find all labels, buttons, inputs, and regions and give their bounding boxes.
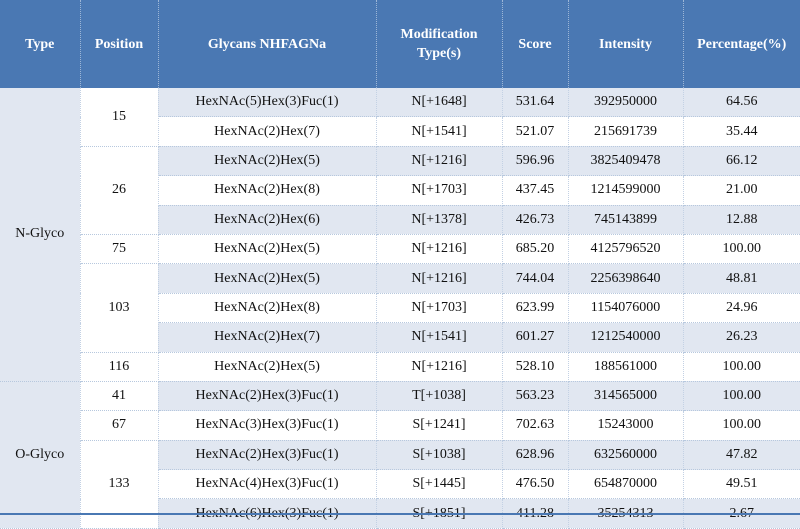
- table-row: 26 HexNAc(2)Hex(5) N[+1216] 596.96 382540947…: [0, 146, 800, 235]
- glycan-cell: HexNAc(2)Hex(7): [158, 116, 377, 147]
- position-cell: 116: [80, 352, 159, 382]
- score-cell: 531.64: [502, 88, 569, 118]
- modification-cell: N[+1703]: [376, 293, 503, 324]
- intensity-cell: 632560000: [568, 440, 684, 471]
- position-cell: 15: [80, 88, 159, 147]
- intensity-cell: 1214599000: [568, 175, 684, 206]
- glycan-cell: HexNAc(2)Hex(5): [158, 263, 377, 294]
- percentage-cell: 26.23: [683, 322, 800, 353]
- header-position: Position: [80, 0, 159, 88]
- table-row: 116 HexNAc(2)Hex(5) N[+1216] 528.10 18856100…: [0, 352, 800, 382]
- type-cell: O-Glyco: [0, 381, 81, 529]
- position-cell: 133: [80, 440, 159, 529]
- glycan-cell: HexNAc(2)Hex(3)Fuc(1): [158, 381, 377, 412]
- modification-cell: T[+1038]: [376, 381, 503, 412]
- modification-cell: S[+1445]: [376, 469, 503, 500]
- modification-cell: N[+1216]: [376, 234, 503, 265]
- header-glycans: Glycans NHFAGNa: [158, 0, 377, 88]
- header-modification: Modification Type(s): [376, 0, 503, 88]
- glycan-cell: HexNAc(2)Hex(8): [158, 293, 377, 324]
- intensity-cell: 3825409478: [568, 146, 684, 177]
- intensity-cell: 215691739: [568, 116, 684, 147]
- table-body: N-Glyco 15 HexNAc(5)Hex(3)Fuc(1) N[+1648] 53…: [0, 88, 800, 529]
- type-cell: N-Glyco: [0, 88, 81, 382]
- glycan-cell: HexNAc(2)Hex(6): [158, 205, 377, 235]
- modification-cell: S[+1241]: [376, 410, 503, 441]
- glycan-cell: HexNAc(2)Hex(8): [158, 175, 377, 206]
- modification-cell: N[+1648]: [376, 88, 503, 118]
- intensity-cell: 314565000: [568, 381, 684, 412]
- modification-cell: N[+1216]: [376, 352, 503, 382]
- modification-cell: N[+1541]: [376, 116, 503, 147]
- position-cell: 75: [80, 234, 159, 265]
- percentage-cell: 21.00: [683, 175, 800, 206]
- header-intensity: Intensity: [568, 0, 684, 88]
- glycan-cell: HexNAc(5)Hex(3)Fuc(1): [158, 88, 377, 118]
- percentage-cell: 100.00: [683, 381, 800, 412]
- modification-cell: N[+1216]: [376, 263, 503, 294]
- intensity-cell: 188561000: [568, 352, 684, 382]
- score-cell: 426.73: [502, 205, 569, 235]
- glycan-cell: HexNAc(2)Hex(5): [158, 146, 377, 177]
- glycan-cell: HexNAc(3)Hex(3)Fuc(1): [158, 410, 377, 441]
- percentage-cell: 48.81: [683, 263, 800, 294]
- percentage-cell: 66.12: [683, 146, 800, 177]
- percentage-cell: 64.56: [683, 88, 800, 118]
- header-percentage: Percentage(%): [683, 0, 800, 88]
- header-row: Type Position Glycans NHFAGNa Modificati…: [0, 0, 800, 88]
- intensity-cell: 1212540000: [568, 322, 684, 353]
- position-cell: 103: [80, 263, 159, 353]
- percentage-cell: 47.82: [683, 440, 800, 471]
- score-cell: 476.50: [502, 469, 569, 500]
- table-row: O-Glyco 41 HexNAc(2)Hex(3)Fuc(1) T[+1038] 56…: [0, 381, 800, 529]
- intensity-cell: 392950000: [568, 88, 684, 118]
- glycan-cell: HexNAc(2)Hex(5): [158, 234, 377, 265]
- score-cell: 528.10: [502, 352, 569, 382]
- intensity-cell: 15243000: [568, 410, 684, 441]
- intensity-cell: 745143899: [568, 205, 684, 235]
- score-cell: 563.23: [502, 381, 569, 412]
- intensity-cell: 1154076000: [568, 293, 684, 324]
- score-cell: 628.96: [502, 440, 569, 471]
- percentage-cell: 35.44: [683, 116, 800, 147]
- score-cell: 685.20: [502, 234, 569, 265]
- intensity-cell: 2256398640: [568, 263, 684, 294]
- table-row: 133 HexNAc(2)Hex(3)Fuc(1) S[+1038] 628.96 63…: [0, 440, 800, 529]
- modification-cell: N[+1541]: [376, 322, 503, 353]
- position-cell: 41: [80, 381, 159, 412]
- position-cell: 26: [80, 146, 159, 235]
- intensity-cell: 4125796520: [568, 234, 684, 265]
- glycan-cell: HexNAc(2)Hex(7): [158, 322, 377, 353]
- glycan-cell: HexNAc(2)Hex(3)Fuc(1): [158, 440, 377, 471]
- score-cell: 744.04: [502, 263, 569, 294]
- table-row: N-Glyco 15 HexNAc(5)Hex(3)Fuc(1) N[+1648] 53…: [0, 88, 800, 382]
- modification-cell: N[+1703]: [376, 175, 503, 206]
- score-cell: 601.27: [502, 322, 569, 353]
- modification-cell: N[+1378]: [376, 205, 503, 235]
- header-type: Type: [0, 0, 81, 88]
- intensity-cell: 654870000: [568, 469, 684, 500]
- percentage-cell: 24.96: [683, 293, 800, 324]
- score-cell: 596.96: [502, 146, 569, 177]
- header-score: Score: [502, 0, 569, 88]
- score-cell: 437.45: [502, 175, 569, 206]
- glycosylation-table: Type Position Glycans NHFAGNa Modificati…: [0, 0, 800, 529]
- percentage-cell: 12.88: [683, 205, 800, 235]
- table-row: 75 HexNAc(2)Hex(5) N[+1216] 685.20 412579652…: [0, 234, 800, 265]
- score-cell: 623.99: [502, 293, 569, 324]
- table-row: 67 HexNAc(3)Hex(3)Fuc(1) S[+1241] 702.63 152…: [0, 410, 800, 441]
- glycan-cell: HexNAc(4)Hex(3)Fuc(1): [158, 469, 377, 500]
- percentage-cell: 49.51: [683, 469, 800, 500]
- table-bottom-border: [0, 513, 800, 515]
- percentage-cell: 100.00: [683, 352, 800, 382]
- modification-cell: N[+1216]: [376, 146, 503, 177]
- position-cell: 67: [80, 410, 159, 441]
- glycan-cell: HexNAc(2)Hex(5): [158, 352, 377, 382]
- table-row: 103 HexNAc(2)Hex(5) N[+1216] 744.04 22563986…: [0, 263, 800, 353]
- modification-cell: S[+1038]: [376, 440, 503, 471]
- percentage-cell: 100.00: [683, 234, 800, 265]
- score-cell: 521.07: [502, 116, 569, 147]
- percentage-cell: 100.00: [683, 410, 800, 441]
- score-cell: 702.63: [502, 410, 569, 441]
